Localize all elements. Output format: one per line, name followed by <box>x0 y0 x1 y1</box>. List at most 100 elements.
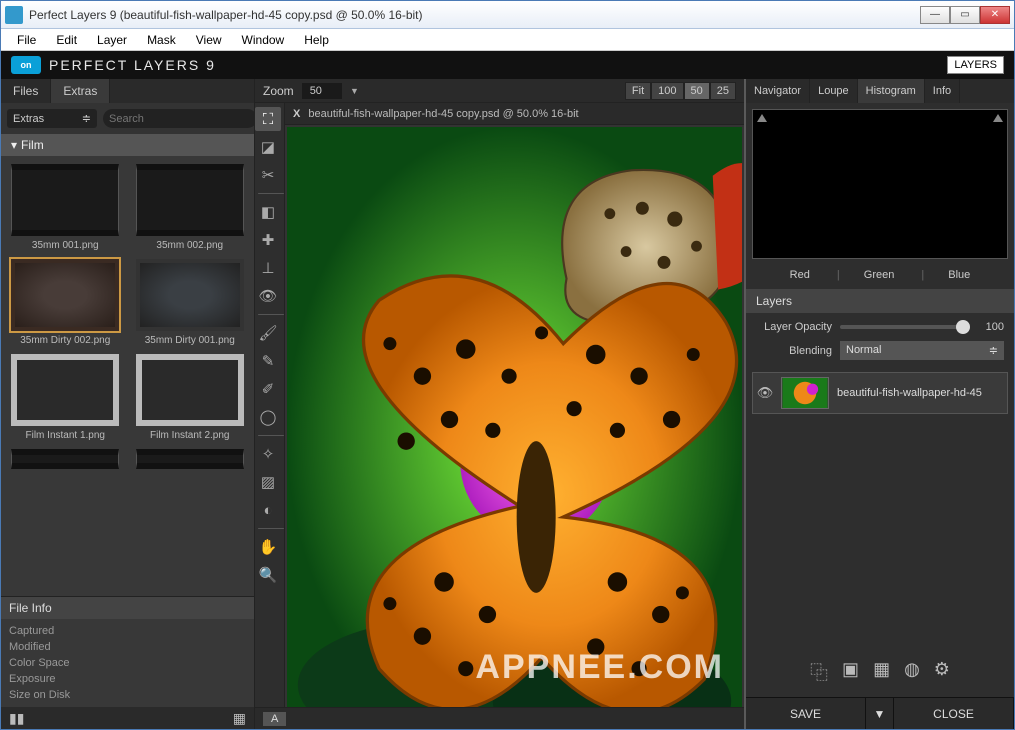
zoom-25-button[interactable]: 25 <box>710 82 736 100</box>
document-tab-label: beautiful-fish-wallpaper-hd-45 copy.psd … <box>308 108 578 120</box>
thumb-item[interactable]: 35mm Dirty 002.png <box>7 259 124 346</box>
tool-bar: ⛶ ◪ ✂ ◧ ✚ ⊥ 👁 🖌 ✎ ✐ ◯ ✧ ▨ ◐ <box>255 103 285 707</box>
menu-mask[interactable]: Mask <box>137 29 186 50</box>
layer-name: beautiful-fish-wallpaper-hd-45 <box>837 387 982 399</box>
minimize-button[interactable]: — <box>920 6 950 24</box>
bucket-tool-icon[interactable]: ◐ <box>255 498 281 522</box>
menu-edit[interactable]: Edit <box>46 29 87 50</box>
crop-tool-icon[interactable]: ⛶ <box>255 107 281 131</box>
settings-icon[interactable]: ⚙ <box>934 659 950 685</box>
view-thumbs-icon[interactable]: ▮▮ <box>9 710 24 727</box>
close-tab-icon[interactable]: X <box>293 108 300 120</box>
opacity-label: Layer Opacity <box>756 321 832 333</box>
close-document-button[interactable]: CLOSE <box>894 698 1014 729</box>
layer-actions: ⿻ ▣ ▦ ◍ ⚙ <box>746 651 1014 697</box>
zoom-50-button[interactable]: 50 <box>684 82 710 100</box>
zoom-100-button[interactable]: 100 <box>651 82 683 100</box>
menu-window[interactable]: Window <box>232 29 295 50</box>
heal-tool-icon[interactable]: ✚ <box>255 228 281 252</box>
section-header-film[interactable]: ▾ Film <box>1 134 254 156</box>
dropdown-icon: ≑ <box>989 344 998 357</box>
opacity-slider[interactable] <box>840 325 970 329</box>
brand-logo: on <box>11 56 41 74</box>
app-title: PERFECT LAYERS 9 <box>49 57 947 73</box>
duplicate-layer-icon[interactable]: ⿻ <box>810 659 828 685</box>
brush2-tool-icon[interactable]: ✎ <box>255 349 281 373</box>
right-panel: Navigator Loupe Histogram Info Red |Gree… <box>744 79 1014 729</box>
canvas-image <box>287 127 742 707</box>
dropdown-icon: ≑ <box>82 112 91 125</box>
view-mode-a[interactable]: A <box>263 712 286 726</box>
save-button[interactable]: SAVE <box>746 698 866 729</box>
maximize-button[interactable]: ▭ <box>950 6 980 24</box>
stamp-tool-icon[interactable]: ⊥ <box>255 256 281 280</box>
merge-layer-icon[interactable]: ▦ <box>873 659 890 685</box>
visibility-icon[interactable]: 👁 <box>757 385 773 401</box>
document-tab[interactable]: X beautiful-fish-wallpaper-hd-45 copy.ps… <box>285 103 744 125</box>
tab-extras[interactable]: Extras <box>51 79 110 103</box>
right-footer: SAVE ▼ CLOSE <box>746 697 1014 729</box>
channel-green: Green <box>864 269 895 281</box>
fill-layer-icon[interactable]: ◍ <box>904 659 920 685</box>
tab-navigator[interactable]: Navigator <box>746 79 810 103</box>
brush-tool-icon[interactable]: 🖌 <box>255 321 281 345</box>
zoom-tool-icon[interactable]: 🔍 <box>255 563 281 587</box>
left-panel: Files Extras Extras ≑ ✕ ▾ Film 35mm 001.… <box>1 79 255 729</box>
highlight-clip-icon[interactable] <box>993 114 1003 122</box>
file-info-exposure: Exposure <box>9 671 246 687</box>
file-info-header: File Info <box>1 597 254 619</box>
thumbnail-grid: 35mm 001.png 35mm 002.png 35mm Dirty 002… <box>1 156 254 596</box>
channel-labels: Red |Green |Blue <box>746 265 1014 289</box>
scissors-tool-icon[interactable]: ✂ <box>255 163 281 187</box>
redeye-tool-icon[interactable]: 👁 <box>255 284 281 308</box>
zoom-fit-button[interactable]: Fit <box>625 82 651 100</box>
eraser-tool-icon[interactable]: ◧ <box>255 200 281 224</box>
tab-histogram[interactable]: Histogram <box>858 79 925 103</box>
thumb-item[interactable] <box>7 449 124 469</box>
mask-tool-icon[interactable]: ▨ <box>255 470 281 494</box>
menu-view[interactable]: View <box>186 29 232 50</box>
zoom-value-field[interactable]: 50 <box>302 83 342 99</box>
canvas[interactable]: APPNEE.COM <box>285 125 744 707</box>
tab-loupe[interactable]: Loupe <box>810 79 858 103</box>
menu-bar: File Edit Layer Mask View Window Help <box>1 29 1014 51</box>
thumb-item[interactable] <box>132 449 249 469</box>
close-button[interactable]: ✕ <box>980 6 1010 24</box>
tab-info[interactable]: Info <box>925 79 960 103</box>
blending-value: Normal <box>846 344 881 357</box>
file-info-captured: Captured <box>9 623 246 639</box>
layers-mode-button[interactable]: LAYERS <box>947 56 1004 74</box>
thumb-item[interactable]: 35mm Dirty 001.png <box>132 259 249 346</box>
blending-dropdown[interactable]: Normal ≑ <box>840 341 1004 360</box>
center-panel: Zoom 50 ▼ Fit 100 50 25 ⛶ ◪ ✂ ◧ ✚ <box>255 79 744 729</box>
chevron-down-icon[interactable]: ▼ <box>350 86 359 96</box>
menu-help[interactable]: Help <box>294 29 339 50</box>
view-grid-icon[interactable]: ▦ <box>233 710 246 727</box>
menu-layer[interactable]: Layer <box>87 29 137 50</box>
title-bar: Perfect Layers 9 (beautiful-fish-wallpap… <box>1 1 1014 29</box>
wand-tool-icon[interactable]: ✧ <box>255 442 281 466</box>
menu-file[interactable]: File <box>7 29 46 50</box>
channel-blue: Blue <box>948 269 970 281</box>
watermark: APPNEE.COM <box>475 648 724 687</box>
category-dropdown[interactable]: Extras ≑ <box>7 109 97 128</box>
layers-header: Layers <box>746 289 1014 313</box>
tab-files[interactable]: Files <box>1 79 51 103</box>
thumb-item[interactable]: 35mm 002.png <box>132 164 249 251</box>
shadow-clip-icon[interactable] <box>757 114 767 122</box>
thumb-item[interactable]: Film Instant 2.png <box>132 354 249 441</box>
hand-tool-icon[interactable]: ✋ <box>255 535 281 559</box>
file-info-colorspace: Color Space <box>9 655 246 671</box>
layer-item[interactable]: 👁 beautiful-fish-wallpaper-hd-45 <box>752 372 1008 414</box>
delete-layer-icon[interactable]: ▣ <box>842 659 859 685</box>
lasso-tool-icon[interactable]: ◯ <box>255 405 281 429</box>
brush3-tool-icon[interactable]: ✐ <box>255 377 281 401</box>
transform-tool-icon[interactable]: ◪ <box>255 135 281 159</box>
search-input[interactable] <box>103 109 257 128</box>
thumb-item[interactable]: Film Instant 1.png <box>7 354 124 441</box>
window-title: Perfect Layers 9 (beautiful-fish-wallpap… <box>29 8 920 22</box>
histogram-view <box>752 109 1008 259</box>
save-dropdown-icon[interactable]: ▼ <box>866 698 894 729</box>
layer-thumbnail <box>781 377 829 409</box>
thumb-item[interactable]: 35mm 001.png <box>7 164 124 251</box>
